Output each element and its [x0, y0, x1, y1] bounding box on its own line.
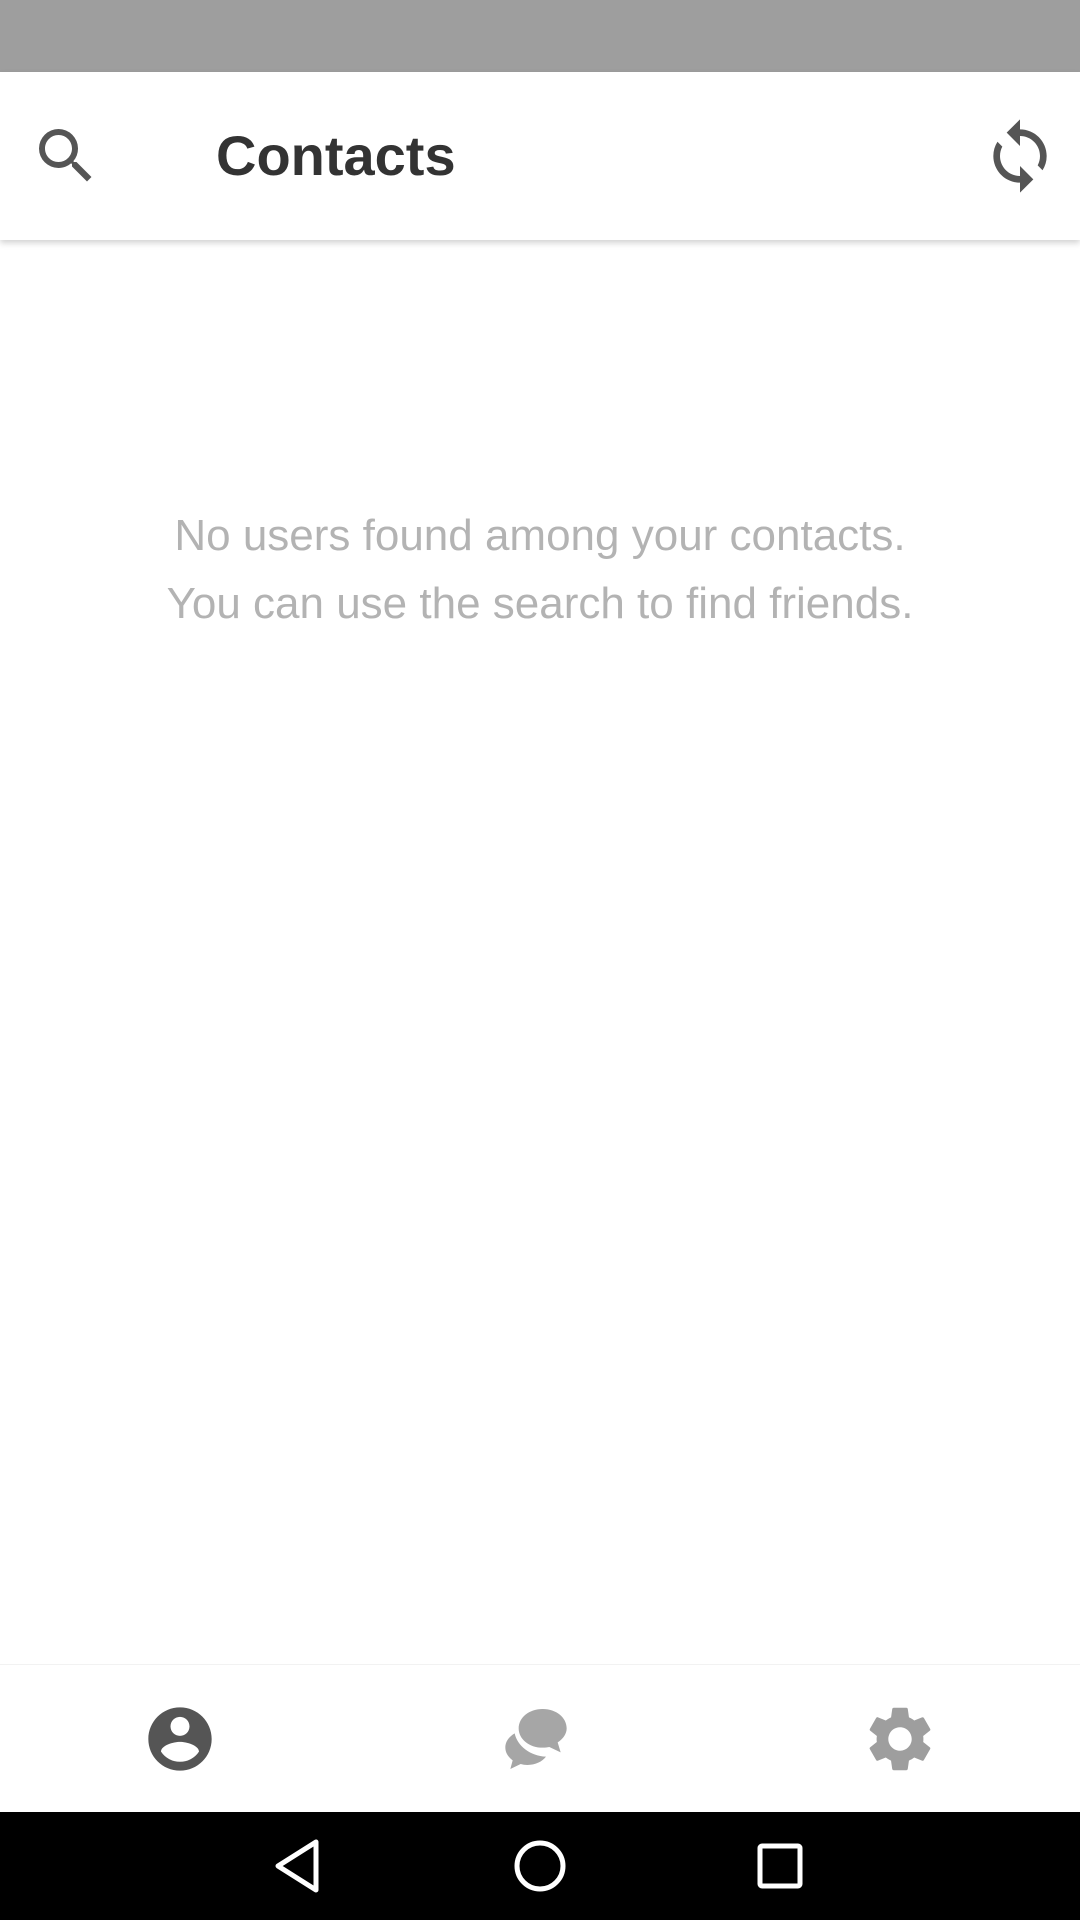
status-bar: [0, 0, 1080, 72]
sync-icon: [993, 119, 1047, 193]
app-bar: Contacts: [0, 72, 1080, 240]
gear-icon: [869, 1707, 931, 1771]
chat-bubbles-icon: [505, 1709, 567, 1769]
home-circle-icon: [514, 1840, 566, 1892]
system-home-button[interactable]: [480, 1826, 600, 1906]
contacts-screen: Contacts No users found among your conta…: [0, 0, 1080, 1920]
empty-state-line-2: You can use the search to find friends.: [166, 579, 914, 628]
contacts-list-area: No users found among your contacts. You …: [0, 240, 1080, 1664]
nav-tab-chats[interactable]: [436, 1665, 636, 1813]
bottom-navigation: [0, 1664, 1080, 1813]
page-title: Contacts: [216, 124, 456, 187]
empty-state-message: No users found among your contacts. You …: [0, 502, 1080, 638]
empty-state-line-1: No users found among your contacts.: [174, 511, 906, 560]
recents-square-icon: [757, 1843, 803, 1889]
nav-tab-settings[interactable]: [800, 1665, 1000, 1813]
back-triangle-icon: [275, 1839, 319, 1893]
sync-button[interactable]: [960, 96, 1080, 216]
system-recents-button[interactable]: [720, 1826, 840, 1906]
search-button[interactable]: [6, 96, 126, 216]
search-icon: [39, 129, 92, 182]
system-navigation-bar: [0, 1812, 1080, 1920]
system-back-button[interactable]: [240, 1826, 360, 1906]
account-circle-icon: [148, 1707, 212, 1771]
nav-tab-contacts[interactable]: [80, 1665, 280, 1813]
